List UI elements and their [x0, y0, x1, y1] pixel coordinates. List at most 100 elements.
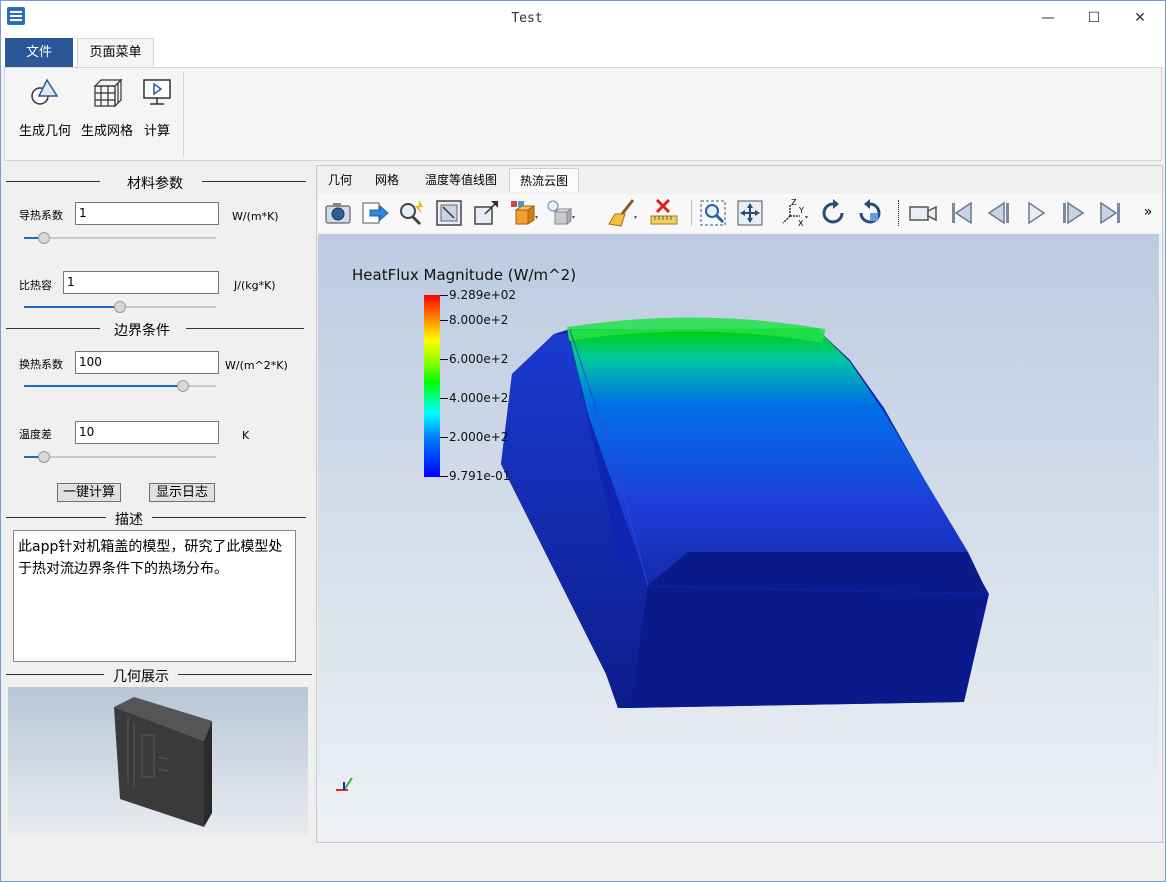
record-icon[interactable]: [908, 198, 938, 228]
ruler-delete-icon[interactable]: [649, 198, 683, 228]
clear-icon[interactable]: [607, 198, 641, 228]
first-frame-icon[interactable]: [947, 198, 977, 228]
legend-label-max: 9.289e+02: [449, 288, 517, 302]
description-group-header: 描述: [4, 509, 306, 528]
generate-mesh-button[interactable]: 生成网格: [77, 74, 137, 139]
htc-label: 换热系数: [19, 358, 63, 371]
temp-diff-slider[interactable]: [24, 450, 216, 464]
axes-icon[interactable]: ZYX: [778, 198, 812, 228]
material-group-title: 材料参数: [127, 176, 183, 192]
view-toolbar: ZYX »: [318, 194, 1161, 232]
specific-heat-slider[interactable]: [24, 300, 216, 314]
specific-heat-unit: J/(kg*K): [234, 279, 276, 292]
legend-color-bar: [424, 295, 440, 477]
pick-icon[interactable]: [397, 198, 427, 228]
legend-tick: [440, 398, 448, 399]
compute-button[interactable]: 计算: [139, 74, 175, 139]
legend-tick: [440, 320, 448, 321]
compute-icon: [139, 74, 175, 110]
ribbon-tab-row: 文件 页面菜单: [1, 37, 1165, 68]
temp-diff-unit: K: [242, 429, 250, 442]
material-group-header: 材料参数: [4, 173, 306, 192]
prev-frame-icon[interactable]: [984, 198, 1014, 228]
legend-label: 8.000e+2: [449, 313, 509, 327]
legend-label: 4.000e+2: [449, 391, 509, 405]
tab-file[interactable]: 文件: [5, 38, 73, 67]
svg-text:Z: Z: [791, 198, 797, 207]
svg-text:Y: Y: [798, 206, 804, 215]
legend-title: HeatFlux Magnitude (W/m^2): [352, 266, 577, 284]
left-panel: 材料参数 导热系数 1 W/(m*K) 比热容 1 J/(kg*K) 边界条件 …: [4, 165, 312, 841]
temp-diff-label: 温度差: [19, 428, 52, 441]
htc-slider[interactable]: [24, 379, 216, 393]
toolbar-separator: [691, 200, 692, 226]
legend-tick: [440, 295, 448, 296]
generate-geometry-label: 生成几何: [18, 124, 71, 139]
htc-input[interactable]: 100: [75, 351, 219, 374]
next-frame-icon[interactable]: [1058, 198, 1088, 228]
show-log-button[interactable]: 显示日志: [149, 483, 215, 502]
close-button[interactable]: ✕: [1117, 1, 1163, 35]
slider-thumb[interactable]: [38, 451, 50, 463]
generate-mesh-label: 生成网格: [80, 124, 133, 139]
legend-tick: [440, 437, 448, 438]
zoom-window-icon[interactable]: [698, 198, 728, 228]
boundary-group-title: 边界条件: [114, 323, 170, 339]
svg-text:X: X: [798, 219, 804, 228]
toolbar-separator: [898, 200, 899, 226]
one-click-compute-button[interactable]: 一键计算: [57, 483, 121, 502]
3d-viewport[interactable]: HeatFlux Magnitude (W/m^2) 9.289e+02 8.0…: [318, 234, 1159, 840]
tab-geometry[interactable]: 几何: [321, 168, 359, 192]
ribbon-panel: 生成几何 生成网格 计算: [4, 67, 1162, 161]
legend-label-min: 9.791e-01: [449, 469, 511, 483]
light-icon[interactable]: [545, 198, 579, 228]
orientation-axes-icon: [336, 777, 353, 791]
geometry-preview-header: 几何展示: [4, 666, 312, 685]
export-icon[interactable]: [360, 198, 390, 228]
boundary-group-header: 边界条件: [4, 320, 306, 339]
tab-page-menu[interactable]: 页面菜单: [77, 38, 154, 68]
play-icon[interactable]: [1021, 198, 1051, 228]
legend-tick: [440, 476, 448, 477]
geometry-preview-title: 几何展示: [113, 669, 169, 685]
color-cube-icon[interactable]: [508, 198, 538, 228]
title-bar: Test — ☐ ✕: [1, 1, 1165, 37]
description-group-title: 描述: [115, 512, 143, 528]
compute-label: 计算: [143, 124, 170, 139]
tab-heat-flux[interactable]: 热流云图: [509, 168, 579, 192]
tab-mesh[interactable]: 网格: [367, 168, 407, 192]
conductivity-slider[interactable]: [24, 231, 216, 245]
visualization-panel: 几何 网格 温度等值线图 热流云图 ZYX » HeatFlux Magnitu…: [316, 165, 1163, 843]
geometry-icon: [27, 74, 63, 110]
temp-diff-input[interactable]: 10: [75, 421, 219, 444]
description-text: 此app针对机箱盖的模型，研究了此模型处于热对流边界条件下的热场分布。: [13, 530, 296, 662]
specific-heat-label: 比热容: [19, 279, 52, 292]
camera-icon[interactable]: [323, 198, 353, 228]
slider-thumb[interactable]: [38, 232, 50, 244]
conductivity-label: 导热系数: [19, 209, 63, 222]
last-frame-icon[interactable]: [1095, 198, 1125, 228]
conductivity-input[interactable]: 1: [75, 202, 219, 225]
toolbar-overflow-button[interactable]: »: [1140, 198, 1156, 228]
legend-label: 6.000e+2: [449, 352, 509, 366]
heat-flux-model: [501, 317, 989, 708]
conductivity-unit: W/(m*K): [232, 210, 279, 223]
rotate-cw-icon[interactable]: [818, 198, 848, 228]
maximize-button[interactable]: ☐: [1071, 1, 1117, 35]
legend-label: 2.000e+2: [449, 430, 509, 444]
tab-temperature-contour[interactable]: 温度等值线图: [415, 168, 507, 192]
window-title: Test: [511, 11, 543, 26]
slider-thumb[interactable]: [114, 301, 126, 313]
generate-geometry-button[interactable]: 生成几何: [15, 74, 75, 139]
specific-heat-input[interactable]: 1: [63, 271, 219, 294]
htc-unit: W/(m^2*K): [225, 359, 288, 372]
legend-tick: [440, 359, 448, 360]
rotate-ccw-icon[interactable]: [855, 198, 885, 228]
fit-view-icon[interactable]: [434, 198, 464, 228]
slider-thumb[interactable]: [177, 380, 189, 392]
ribbon-separator: [183, 72, 184, 156]
zoom-box-icon[interactable]: [471, 198, 501, 228]
pan-icon[interactable]: [735, 198, 765, 228]
minimize-button[interactable]: —: [1025, 1, 1071, 35]
app-window: Test — ☐ ✕ 文件 页面菜单 生成几何 生成网格 计算 材料参数 导热系…: [0, 0, 1166, 882]
